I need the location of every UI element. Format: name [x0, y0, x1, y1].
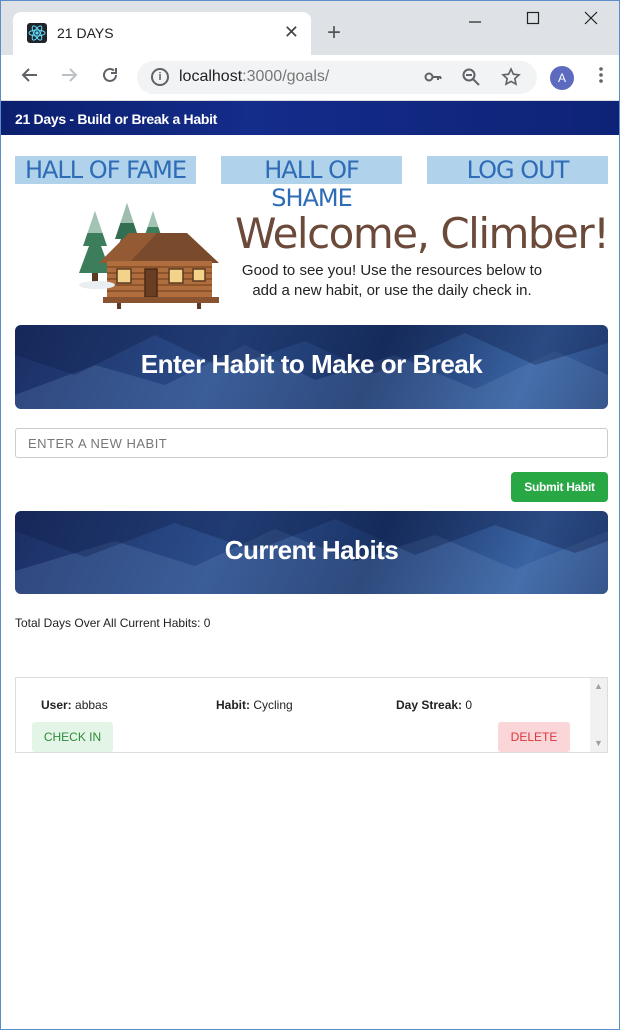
- reload-icon[interactable]: [98, 65, 122, 89]
- enter-habit-banner: Enter Habit to Make or Break: [15, 325, 608, 409]
- habit-list: User: abbas Habit: Cycling Day Streak: 0…: [15, 677, 608, 753]
- delete-button[interactable]: DELETE: [498, 722, 570, 752]
- hall-of-shame-button[interactable]: HALL OF SHAME: [221, 156, 402, 212]
- url-text[interactable]: localhost:3000/goals/: [179, 68, 329, 86]
- enter-habit-title: Enter Habit to Make or Break: [140, 349, 483, 379]
- app-header-banner: 21 Days - Build or Break a Habit: [1, 101, 619, 135]
- habit-day-streak: Day Streak: 0: [396, 698, 473, 712]
- tab-strip: 21 DAYS ✕ +: [1, 1, 619, 55]
- welcome-title: Welcome, Climber!: [235, 209, 610, 258]
- scroll-down-icon[interactable]: ▼: [590, 735, 607, 752]
- current-habits-title: Current Habits: [224, 535, 399, 565]
- habit-name: Habit: Cycling: [216, 698, 293, 712]
- hall-of-fame-button[interactable]: HALL OF FAME: [15, 156, 196, 184]
- info-icon[interactable]: i: [151, 68, 169, 86]
- profile-avatar[interactable]: A: [550, 66, 574, 90]
- minimize-icon[interactable]: [455, 9, 495, 33]
- forward-arrow-icon[interactable]: [57, 65, 81, 89]
- cabin-illustration: [77, 201, 227, 309]
- welcome-subtitle: Good to see you! Use the resources below…: [241, 262, 543, 299]
- new-habit-input[interactable]: [15, 428, 608, 458]
- tab-close-icon[interactable]: ✕: [284, 22, 299, 42]
- habit-user: User: abbas: [41, 698, 108, 712]
- browser-toolbar: i localhost:3000/goals/ A: [1, 55, 619, 101]
- menu-dots-icon[interactable]: [593, 65, 609, 89]
- browser-tab[interactable]: 21 DAYS ✕: [13, 12, 311, 55]
- back-arrow-icon[interactable]: [18, 65, 42, 89]
- habit-list-scrollbar[interactable]: ▲ ▼: [590, 678, 607, 752]
- address-bar[interactable]: i localhost:3000/goals/: [137, 61, 537, 94]
- maximize-icon[interactable]: [513, 9, 553, 33]
- key-icon[interactable]: [422, 67, 444, 89]
- submit-habit-button[interactable]: Submit Habit: [511, 472, 608, 502]
- browser-window: 21 DAYS ✕ + i localhost:3000/goals/ A 21…: [0, 0, 620, 1030]
- star-icon[interactable]: [500, 67, 522, 89]
- window-close-icon[interactable]: [571, 9, 611, 33]
- current-habits-banner: Current Habits: [15, 511, 608, 594]
- react-favicon-icon: [27, 23, 47, 43]
- new-tab-button[interactable]: +: [327, 21, 341, 45]
- zoom-out-icon[interactable]: [460, 67, 482, 89]
- scroll-up-icon[interactable]: ▲: [590, 678, 607, 695]
- app-title: 21 Days - Build or Break a Habit: [15, 111, 218, 127]
- total-days-text: Total Days Over All Current Habits: 0: [15, 616, 211, 630]
- log-out-button[interactable]: LOG OUT: [427, 156, 608, 184]
- check-in-button[interactable]: CHECK IN: [32, 722, 113, 752]
- tab-title: 21 DAYS: [57, 25, 114, 41]
